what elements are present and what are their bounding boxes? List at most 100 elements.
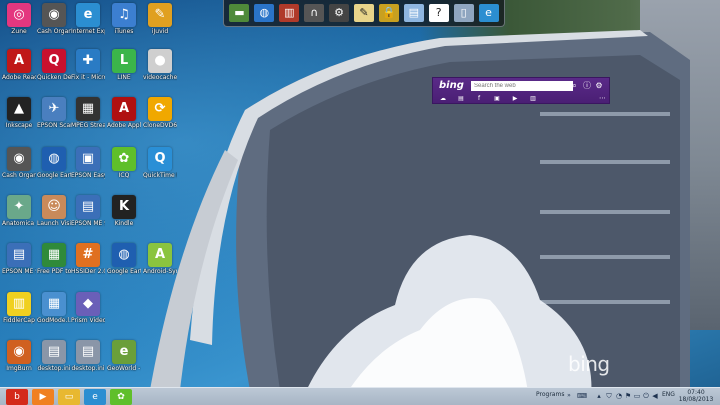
desktop-icon[interactable]: ▦MPEG Streamclip <box>71 97 105 129</box>
desktop-icon[interactable]: ✎ iJuvid <box>143 3 177 35</box>
search-icon[interactable]: ⌕ <box>569 80 580 92</box>
desktop-icon-label: MPEG Streamclip <box>71 122 105 129</box>
desktop-icon[interactable]: ▣EPSON Easy Photo Print <box>71 147 105 179</box>
desktop-icon[interactable]: ⟳ CloneDVD6 <box>143 97 177 129</box>
network-icon[interactable]: ◔ <box>615 392 623 400</box>
desktop-icon-label: Free PDF to Word Do... <box>37 268 71 275</box>
gear-icon[interactable]: ⚙ <box>594 80 604 92</box>
desktop-icon[interactable]: AAndroid-Sync <box>143 243 177 275</box>
desktop-icon[interactable]: ▤EPSON ME 900WD S... <box>71 195 105 227</box>
news-icon[interactable]: ▤ <box>457 95 465 103</box>
facebook-icon[interactable]: f <box>475 95 483 103</box>
file-explorer-icon[interactable]: ▭ <box>58 389 80 405</box>
document-icon[interactable]: ▤ <box>403 4 424 22</box>
desktop-icon[interactable]: ◉ ImgBurn <box>2 340 36 372</box>
desktop-icon-label: ICQ <box>118 172 130 179</box>
notepad-icon[interactable]: ✎ <box>353 4 374 22</box>
monitor-icon[interactable]: ▭ <box>633 392 641 400</box>
desktop-icon[interactable]: ▦Free PDF to Word Do... <box>37 243 71 275</box>
desktop-icon-label: Quicken Deluxe 2010 <box>37 74 71 81</box>
bing-search-input[interactable] <box>471 81 573 91</box>
launch-visible-body-icon: ☺ <box>42 195 66 219</box>
desktop-icon[interactable]: # HSSIDer 2.0 <box>71 243 105 275</box>
desktop-icon-label: Anatomica Advanced... <box>2 220 36 227</box>
desktop-icon[interactable]: ▤ desktop.ini <box>71 340 105 372</box>
bitdefender-icon[interactable]: b <box>6 389 28 405</box>
chevron-right-icon[interactable]: » <box>565 392 573 400</box>
desktop-icon[interactable]: ◍Google Earth <box>107 243 141 275</box>
desktop-icon[interactable]: ✦Anatomica Advanced... <box>2 195 36 227</box>
shield-icon[interactable]: ⛉ <box>605 392 613 400</box>
top-quick-launch-toolbar: ▬ ◍ ▥ ∩ ⚙ ✎ 🔒 ▤? ▯ e <box>223 0 505 27</box>
internet-explorer-icon: e <box>76 3 100 27</box>
system-clock[interactable]: 07:40 18/08/2013 <box>678 389 714 403</box>
desktop-icon[interactable]: AAdobe Applicati... <box>107 97 141 129</box>
video-icon[interactable]: ▶ <box>511 95 519 103</box>
desktop-icon[interactable]: ▦GodMode.l... <box>37 292 71 324</box>
quicktime-icon: Q <box>148 147 172 171</box>
globe-icon[interactable]: ◍ <box>254 4 275 22</box>
desktop-icon[interactable]: eInternet Explorer Tr... <box>71 3 105 35</box>
videocache-icon: ● <box>148 49 172 73</box>
flag-icon[interactable]: ⚑ <box>624 392 632 400</box>
chevron-up-icon[interactable]: ▴ <box>595 392 603 400</box>
desktop-icon[interactable]: ▥ FiddlerCap <box>2 292 36 324</box>
desktop-icon-label: desktop.ini <box>37 365 71 372</box>
desktop-icon[interactable]: ◎ Zune <box>2 3 36 35</box>
desktop-icon[interactable]: ▤EPSON ME 900WD S... <box>2 243 36 275</box>
icq-icon[interactable]: ✿ <box>110 389 132 405</box>
weather-icon[interactable]: ☁ <box>439 95 447 103</box>
programs-toolbar[interactable]: Programs <box>536 391 564 398</box>
volume-icon[interactable]: ◀ <box>651 392 659 400</box>
info-icon[interactable]: ⓘ <box>582 80 592 92</box>
desktop-icon-label: Internet Explorer Tr... <box>71 28 105 35</box>
desktop-icon[interactable]: ◉Cash Organiz... <box>2 147 36 179</box>
power-icon[interactable]: ⏻ <box>642 392 650 400</box>
internet-explorer-icon[interactable]: e <box>478 4 499 22</box>
adobe-reader-icon: A <box>7 49 31 73</box>
library-icon[interactable]: ▥ <box>279 4 300 22</box>
desktop-icon[interactable]: ✈ EPSON Scan <box>37 97 71 129</box>
desktop-icon[interactable]: QQuicken Deluxe 2010 <box>37 49 71 81</box>
line-icon: L <box>112 49 136 73</box>
clock-date: 18/08/2013 <box>678 396 714 403</box>
headphones-icon[interactable]: ∩ <box>304 4 325 22</box>
settings-icon[interactable]: ⚙ <box>329 4 350 22</box>
cash-organizer-icon: ◉ <box>42 3 66 27</box>
more-options-icon[interactable]: ⋯ <box>599 94 606 102</box>
desktop-ini-2-icon: ▤ <box>76 340 100 364</box>
lock-icon[interactable]: 🔒 <box>378 4 399 22</box>
help-icon[interactable]: ? <box>428 4 449 22</box>
desktop-icon[interactable]: ▲ Inkscape <box>2 97 36 129</box>
media-player-icon[interactable]: ▶ <box>32 389 54 405</box>
desktop-icon[interactable]: ●videocache... <box>143 49 177 81</box>
desktop-icon[interactable]: ◍Google Earth <box>37 147 71 179</box>
desktop-icon[interactable]: AAdobe Reader XI <box>2 49 36 81</box>
internet-explorer-icon[interactable]: e <box>84 389 106 405</box>
godmode-icon: ▦ <box>42 292 66 316</box>
desktop-icon[interactable]: ▤ desktop.ini <box>37 340 71 372</box>
free-pdf-icon: ▦ <box>42 243 66 267</box>
desktop-icon[interactable]: ✿ ICQ <box>107 147 141 179</box>
desktop-icon[interactable]: ◆Prism Video File Converter <box>71 292 105 324</box>
images-icon[interactable]: ▣ <box>493 95 501 103</box>
desktop-icon[interactable]: L LINE <box>107 49 141 81</box>
quicken-icon: Q <box>42 49 66 73</box>
desktop-icon[interactable]: QQuickTime Player <box>143 147 177 179</box>
input-language[interactable]: ENG <box>662 391 675 398</box>
recycle-bin-icon[interactable]: ▯ <box>453 4 474 22</box>
desktop-icon-label: videocache... <box>143 74 177 81</box>
bing-logo: bing <box>439 80 464 91</box>
desktop-icon-label: LINE <box>117 74 131 81</box>
desktop-icon[interactable]: ◉Cash Organizer... <box>37 3 71 35</box>
desktop-icon[interactable]: eGeoWorld - Alldocu... <box>107 340 141 372</box>
desktop-icon[interactable]: ♫ iTunes <box>107 3 141 35</box>
desktop-icon[interactable]: ✚Fix it - Microso... <box>71 49 105 81</box>
maps-icon[interactable]: ▥ <box>529 95 537 103</box>
desktop-icon-label: Zune <box>11 28 27 35</box>
desktop-icon[interactable]: K Kindle <box>107 195 141 227</box>
desktop-icon[interactable]: ☺Launch Visible Bo... <box>37 195 71 227</box>
landscape-icon[interactable]: ▬ <box>229 4 250 22</box>
keyboard-icon[interactable]: ⌨ <box>575 392 589 400</box>
bing-watermark: bing <box>568 352 610 376</box>
